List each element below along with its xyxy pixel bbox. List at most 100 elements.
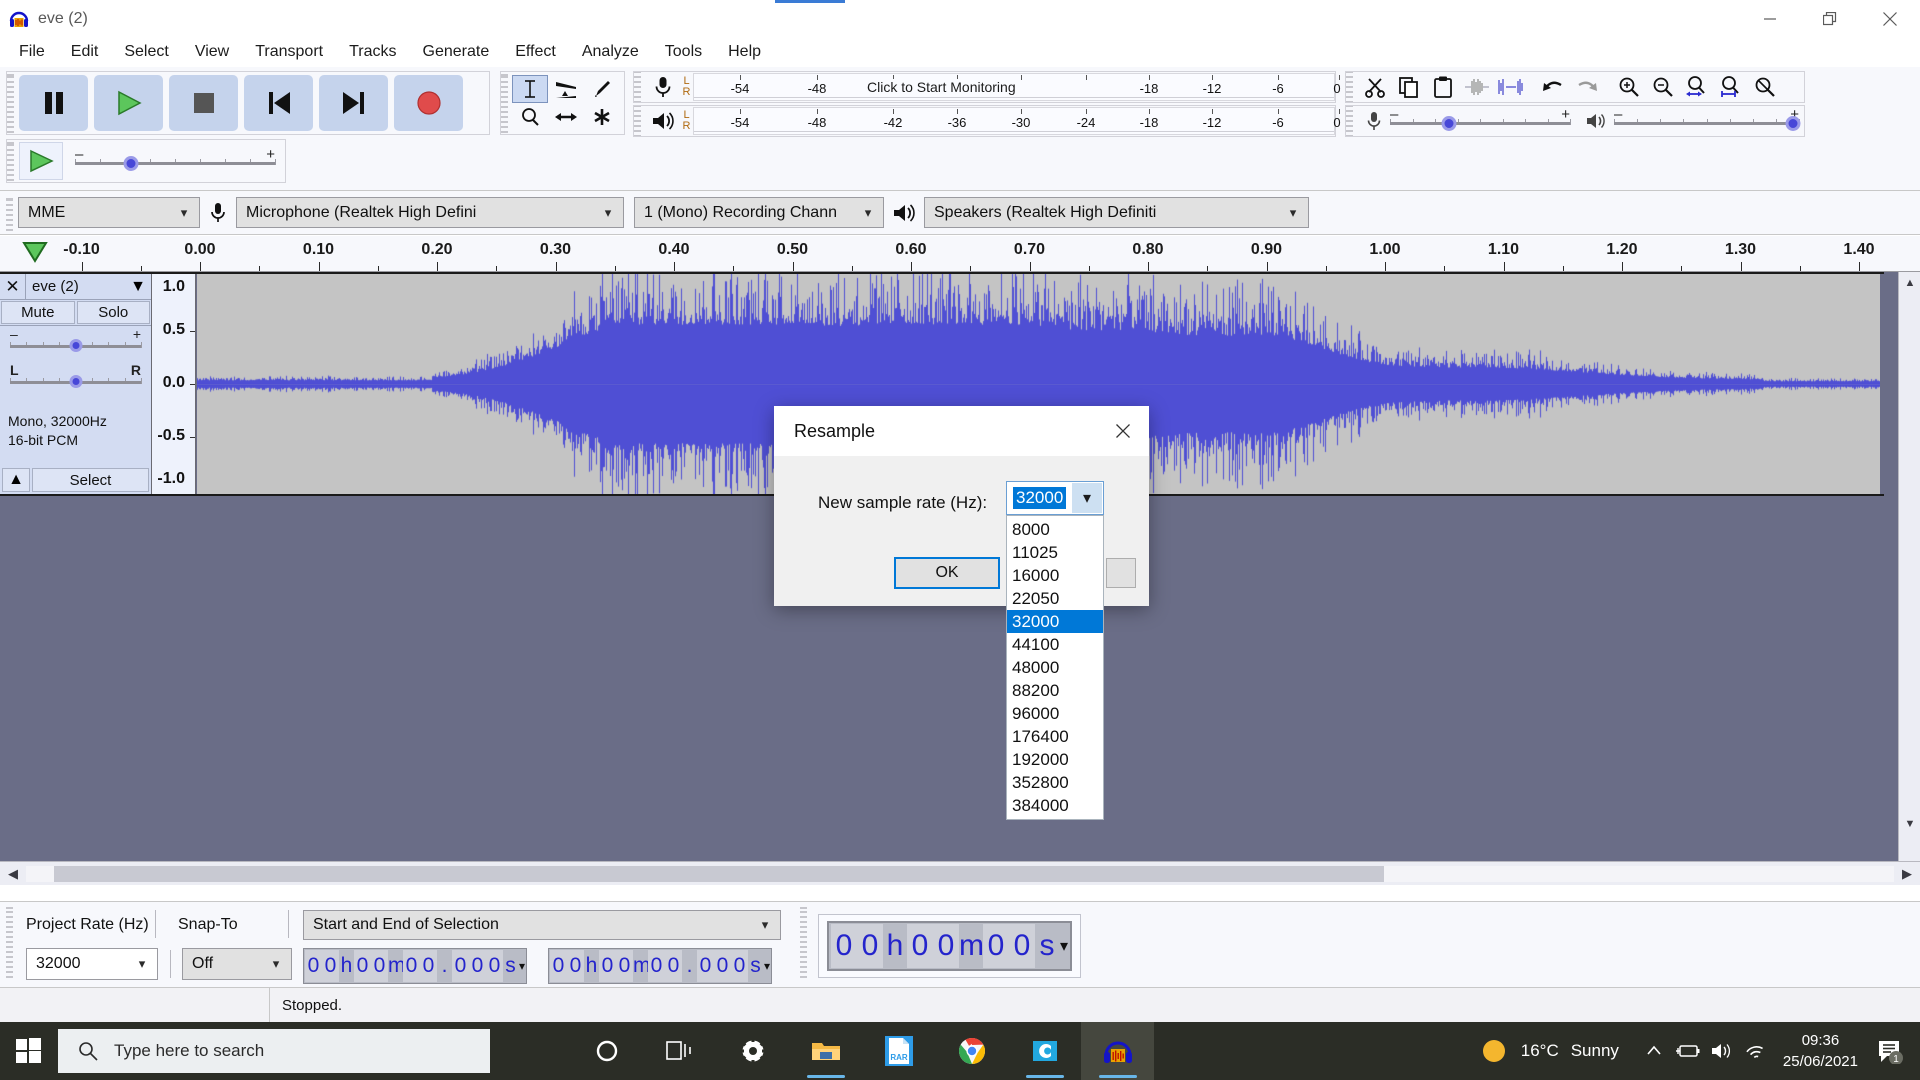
recording-channels-select[interactable]: 1 (Mono) Recording Chann ▾ (634, 197, 884, 228)
time-unit[interactable]: s (1035, 924, 1059, 968)
project-rate-select[interactable]: 32000 ▾ (26, 948, 158, 980)
time-digit[interactable]: 0 (420, 950, 437, 982)
time-digit[interactable]: 0 (648, 950, 665, 982)
chevron-down-icon[interactable]: ▾ (1072, 483, 1102, 513)
wifi-icon[interactable] (1739, 1022, 1773, 1080)
record-button[interactable] (394, 75, 463, 131)
zoom-in-icon[interactable] (1612, 73, 1646, 101)
sample-rate-option-176400[interactable]: 176400 (1007, 725, 1103, 748)
close-icon[interactable] (1860, 0, 1920, 37)
hscroll-thumb[interactable] (54, 866, 1384, 882)
time-digit[interactable]: 0 (616, 950, 633, 982)
skip-to-start-button[interactable] (244, 75, 313, 131)
sample-rate-dropdown-list[interactable]: 8000110251600022050320004410048000882009… (1006, 515, 1104, 820)
play-speed-grip[interactable] (7, 140, 16, 182)
task-view-icon[interactable] (643, 1022, 716, 1080)
taskbar-clock[interactable]: 09:36 25/06/2021 (1773, 1030, 1868, 1072)
ok-button[interactable]: OK (894, 557, 1000, 589)
sample-rate-option-88200[interactable]: 88200 (1007, 679, 1103, 702)
time-unit[interactable]: h (339, 950, 354, 982)
battery-icon[interactable] (1671, 1022, 1705, 1080)
time-digit[interactable]: 0 (452, 950, 469, 982)
sample-rate-option-192000[interactable]: 192000 (1007, 748, 1103, 771)
camtasia-icon[interactable] (1008, 1022, 1081, 1080)
sample-rate-option-48000[interactable]: 48000 (1007, 656, 1103, 679)
track-name-label[interactable]: eve (2) (26, 274, 125, 299)
track-gain-slider[interactable]: – + (10, 332, 141, 354)
time-digit[interactable]: 0 (714, 950, 731, 982)
sample-rate-option-44100[interactable]: 44100 (1007, 633, 1103, 656)
windows-start-icon[interactable] (0, 1022, 58, 1080)
stop-button[interactable] (169, 75, 238, 131)
tools-toolbar-grip[interactable] (501, 72, 510, 134)
menu-analyze[interactable]: Analyze (569, 40, 652, 64)
fit-selection-icon[interactable] (1680, 73, 1714, 101)
restore-icon[interactable] (1800, 0, 1860, 37)
time-unit[interactable]: h (883, 924, 907, 968)
file-explorer-icon[interactable] (789, 1022, 862, 1080)
selection-start-time[interactable]: 00h00m00.000s▾ (303, 948, 527, 984)
close-icon[interactable] (1097, 406, 1149, 456)
menu-select[interactable]: Select (111, 40, 181, 64)
time-digit[interactable]: 0 (403, 950, 420, 982)
menu-tracks[interactable]: Tracks (336, 40, 409, 64)
sample-rate-option-8000[interactable]: 8000 (1007, 518, 1103, 541)
sample-rate-option-352800[interactable]: 352800 (1007, 771, 1103, 794)
double-arrow-icon[interactable] (548, 103, 584, 131)
time-digit[interactable]: 0 (567, 950, 584, 982)
audio-position-time[interactable]: 00h00m00s▾ (827, 921, 1072, 971)
snap-to-select[interactable]: Off ▾ (182, 948, 292, 980)
time-digit[interactable]: 0 (697, 950, 714, 982)
time-digit[interactable]: 0 (486, 950, 503, 982)
search-box[interactable]: Type here to search (58, 1029, 490, 1073)
sample-rate-option-11025[interactable]: 11025 (1007, 541, 1103, 564)
copy-icon[interactable] (1392, 73, 1426, 101)
time-unit[interactable]: m (388, 950, 403, 982)
playback-device-select[interactable]: Speakers (Realtek High Definiti ▾ (924, 197, 1309, 228)
selection-mode-select[interactable]: Start and End of Selection ▾ (303, 910, 781, 940)
silence-icon[interactable] (1494, 73, 1528, 101)
mute-button[interactable]: Mute (1, 301, 75, 324)
asterisk-icon[interactable] (584, 103, 620, 131)
trim-icon[interactable] (1460, 73, 1494, 101)
sample-rate-option-16000[interactable]: 16000 (1007, 564, 1103, 587)
time-unit[interactable]: m (633, 950, 648, 982)
time-digit[interactable]: 0 (665, 950, 682, 982)
fit-project-icon[interactable] (1714, 73, 1748, 101)
mixer-toolbar-grip[interactable] (1346, 106, 1355, 136)
show-hidden-icons-icon[interactable] (1637, 1022, 1671, 1080)
track-menu-icon[interactable]: ▼ (125, 274, 151, 299)
clipboard-icon[interactable] (1426, 73, 1460, 101)
selection-end-time[interactable]: 00h00m00.000s▾ (548, 948, 772, 984)
time-toolbar-grip[interactable] (800, 907, 809, 981)
winrar-icon[interactable]: RAR (862, 1022, 935, 1080)
time-unit[interactable]: s (503, 950, 518, 982)
time-digit[interactable]: 0 (305, 950, 322, 982)
time-digit[interactable]: 0 (550, 950, 567, 982)
menu-help[interactable]: Help (715, 40, 774, 64)
device-toolbar-grip[interactable] (6, 195, 15, 231)
hscroll-track[interactable] (26, 866, 1894, 882)
sample-rate-option-22050[interactable]: 22050 (1007, 587, 1103, 610)
menu-effect[interactable]: Effect (502, 40, 569, 64)
menu-edit[interactable]: Edit (58, 40, 112, 64)
notification-icon[interactable]: 1 (1868, 1022, 1912, 1080)
volume-icon[interactable] (1705, 1022, 1739, 1080)
recording-meter-bars[interactable]: -54 -48 -42 -18 -12 -6 0 Click to Start … (693, 73, 1335, 101)
undo-icon[interactable] (1536, 73, 1570, 101)
menu-view[interactable]: View (182, 40, 242, 64)
menu-tools[interactable]: Tools (652, 40, 715, 64)
transport-toolbar-grip[interactable] (7, 72, 16, 134)
playback-volume-slider[interactable]: – + (1614, 110, 1799, 132)
scroll-down-icon[interactable]: ▼ (1899, 813, 1920, 835)
menu-transport[interactable]: Transport (242, 40, 336, 64)
audacity-icon[interactable] (1081, 1022, 1154, 1080)
cortana-icon[interactable] (570, 1022, 643, 1080)
magnifier-icon[interactable] (512, 103, 548, 131)
time-digit[interactable]: 0 (907, 924, 933, 968)
solo-button[interactable]: Solo (77, 301, 151, 324)
time-digit[interactable]: 0 (354, 950, 371, 982)
time-digit[interactable]: 0 (371, 950, 388, 982)
play-speed-slider[interactable]: – + (75, 150, 275, 172)
audio-host-select[interactable]: MME ▾ (18, 197, 200, 228)
